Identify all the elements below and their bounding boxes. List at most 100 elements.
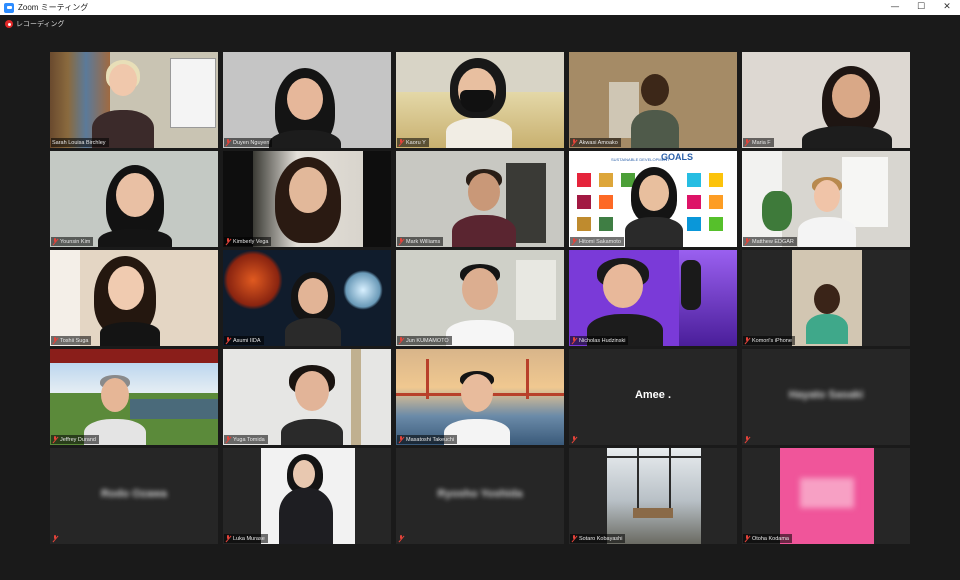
- participant-name: Nicholas Hudzinski: [570, 336, 629, 345]
- participant-name: Hitomi Sakamoto: [570, 237, 624, 246]
- mic-muted-icon: [571, 436, 577, 443]
- participant-tile[interactable]: Masatoshi Takeuchi: [396, 349, 564, 445]
- participant-display-name: Rodo Ozawa: [100, 488, 167, 500]
- participant-tile[interactable]: Toshii Suga: [50, 250, 218, 346]
- participant-tile[interactable]: Jun KUMAMOTO: [396, 250, 564, 346]
- mic-muted-icon: [571, 535, 577, 542]
- participant-name: [743, 435, 755, 444]
- participant-video: [396, 151, 564, 247]
- participant-name: Sarah Louisa Birchley: [51, 138, 109, 147]
- participant-video: [569, 52, 737, 148]
- window-titlebar: Zoom ミーティング — ☐ ✕: [0, 0, 960, 15]
- participant-name: Jun KUMAMOTO: [397, 336, 452, 345]
- mic-muted-icon: [52, 337, 58, 344]
- participant-tile[interactable]: Kaoru Y: [396, 52, 564, 148]
- participant-display-name: Ryosho Yoshida: [437, 488, 523, 500]
- participant-name: Akwasi Amoako: [570, 138, 621, 147]
- participant-name: Younsin Kim: [51, 237, 94, 246]
- participant-tile[interactable]: Hayato Sasaki: [742, 349, 910, 445]
- participant-name: Yuga Tomida: [224, 435, 268, 444]
- participant-name: Otoha Kodama: [743, 534, 792, 543]
- mic-muted-icon: [52, 436, 58, 443]
- participant-display-name: Amee .: [634, 389, 672, 401]
- participant-video: SUSTAINABLE DEVELOPMENT GOALS: [569, 151, 737, 247]
- mic-muted-icon: [744, 238, 750, 245]
- participant-tile[interactable]: Rodo Ozawa: [50, 448, 218, 544]
- participant-name: [570, 435, 582, 444]
- participant-tile[interactable]: Younsin Kim: [50, 151, 218, 247]
- participant-name: Mark Williams: [397, 237, 444, 246]
- mic-muted-icon: [744, 139, 750, 146]
- participant-tile[interactable]: Amee .: [569, 349, 737, 445]
- participant-video: [569, 448, 737, 544]
- mic-muted-icon: [398, 139, 404, 146]
- mic-muted-icon: [225, 436, 231, 443]
- mic-muted-icon: [398, 238, 404, 245]
- mic-muted-icon: [744, 337, 750, 344]
- participant-tile[interactable]: SUSTAINABLE DEVELOPMENT GOALS Hitomi Sak…: [569, 151, 737, 247]
- participant-tile[interactable]: Matthew EDGAR: [742, 151, 910, 247]
- participant-tile[interactable]: Nicholas Hudzinski: [569, 250, 737, 346]
- participant-tile[interactable]: Jeffrey Durand: [50, 349, 218, 445]
- minimize-button[interactable]: —: [882, 0, 908, 15]
- participant-tile[interactable]: Yuga Tomida: [223, 349, 391, 445]
- participant-name: Kimberly Vega: [224, 237, 272, 246]
- participant-name: Asumi IIDA: [224, 336, 264, 345]
- participant-video: [50, 250, 218, 346]
- zoom-app-icon: [4, 2, 14, 13]
- participant-video: [396, 250, 564, 346]
- participant-video: [742, 151, 910, 247]
- participant-video: [569, 250, 737, 346]
- mic-muted-icon: [398, 535, 404, 542]
- participant-name: [51, 534, 63, 543]
- mic-muted-icon: [398, 436, 404, 443]
- participant-tile[interactable]: Kimberly Vega: [223, 151, 391, 247]
- gallery-view: Sarah Louisa Birchley Duyen Nguyen Kaoru…: [50, 52, 910, 544]
- participant-video: [396, 349, 564, 445]
- window-controls: — ☐ ✕: [882, 0, 960, 15]
- mic-muted-icon: [225, 337, 231, 344]
- participant-tile[interactable]: Asumi IIDA: [223, 250, 391, 346]
- sdg-title: GOALS: [661, 152, 694, 162]
- participant-tile[interactable]: Ryosho Yoshida: [396, 448, 564, 544]
- mic-muted-icon: [398, 337, 404, 344]
- participant-name: Kaoru Y: [397, 138, 429, 147]
- participant-name: Duyen Nguyen: [224, 138, 273, 147]
- participant-video: [742, 250, 910, 346]
- participant-name: Toshii Suga: [51, 336, 92, 345]
- participant-name: [397, 534, 409, 543]
- participant-video: [223, 52, 391, 148]
- participant-video: [50, 151, 218, 247]
- participant-video: [396, 52, 564, 148]
- participant-tile[interactable]: Sarah Louisa Birchley: [50, 52, 218, 148]
- recording-label: レコーディング: [16, 21, 65, 28]
- participant-video: [223, 151, 391, 247]
- participant-video: [223, 349, 391, 445]
- participant-video: [742, 448, 910, 544]
- mic-muted-icon: [744, 535, 750, 542]
- maximize-button[interactable]: ☐: [908, 0, 934, 15]
- participant-tile[interactable]: Mark Williams: [396, 151, 564, 247]
- participant-name: Maria F: [743, 138, 774, 147]
- mic-muted-icon: [744, 436, 750, 443]
- participant-tile[interactable]: Akwasi Amoako: [569, 52, 737, 148]
- mic-muted-icon: [225, 535, 231, 542]
- mic-muted-icon: [52, 238, 58, 245]
- participant-tile[interactable]: Komori's iPhone: [742, 250, 910, 346]
- participant-tile[interactable]: Maria F: [742, 52, 910, 148]
- mic-muted-icon: [571, 238, 577, 245]
- close-button[interactable]: ✕: [934, 0, 960, 15]
- mic-muted-icon: [52, 535, 58, 542]
- participant-name: Komori's iPhone: [743, 336, 795, 345]
- recording-indicator[interactable]: レコーディング: [5, 19, 65, 29]
- participant-tile[interactable]: Otoha Kodama: [742, 448, 910, 544]
- participant-tile[interactable]: Duyen Nguyen: [223, 52, 391, 148]
- participant-name: Luka Murase: [224, 534, 268, 543]
- participant-tile[interactable]: Luka Murase: [223, 448, 391, 544]
- mic-muted-icon: [225, 238, 231, 245]
- window-title: Zoom ミーティング: [18, 3, 89, 12]
- participant-tile[interactable]: Sotaro Kobayashi: [569, 448, 737, 544]
- participant-video: [223, 250, 391, 346]
- participant-name: Sotaro Kobayashi: [570, 534, 626, 543]
- participant-display-name: Hayato Sasaki: [788, 389, 864, 401]
